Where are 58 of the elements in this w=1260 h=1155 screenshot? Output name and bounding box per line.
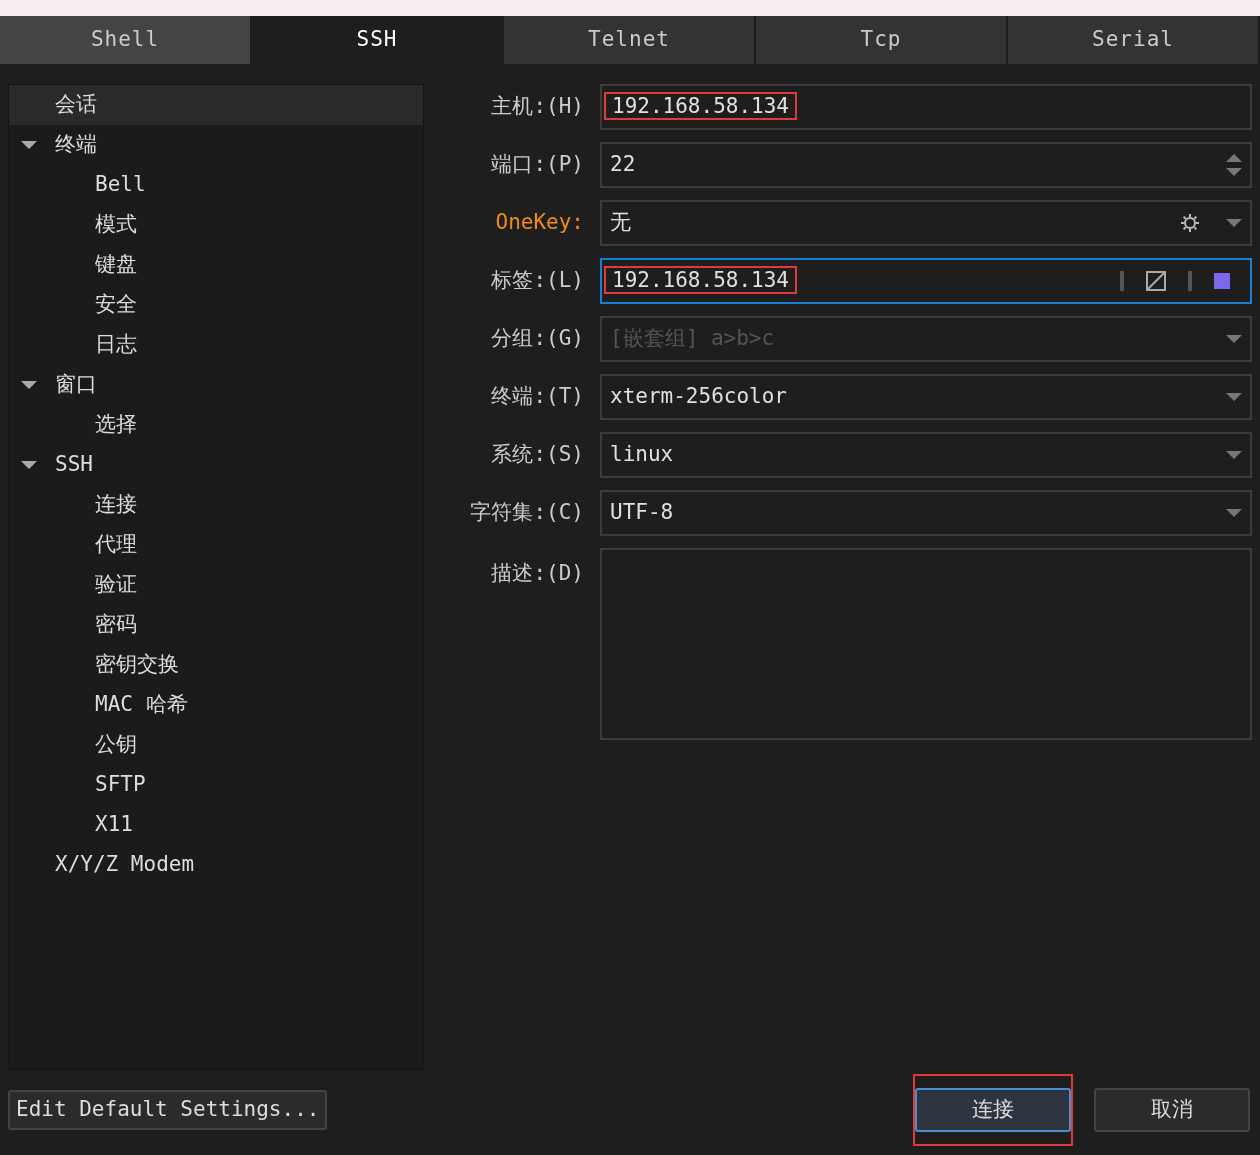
field-label: 终端:(T) — [490, 383, 584, 411]
tree-item[interactable]: 公钥 — [9, 725, 423, 765]
cancel-button[interactable]: 取消 — [1094, 1088, 1250, 1132]
dropdown-caret-icon[interactable] — [1226, 335, 1242, 343]
tab[interactable]: Tcp — [756, 16, 1008, 64]
expanded-arrow-icon[interactable] — [21, 460, 37, 470]
dropdown-caret-icon[interactable] — [1226, 393, 1242, 401]
field-label: 分组:(G) — [490, 325, 584, 353]
tree-item[interactable]: MAC 哈希 — [9, 685, 423, 725]
tree-item[interactable]: SFTP — [9, 765, 423, 805]
tree-item[interactable]: 窗口 — [9, 365, 423, 405]
tab[interactable]: Serial — [1008, 16, 1260, 64]
clear-color-icon[interactable] — [1146, 271, 1166, 291]
tree-item[interactable]: 终端 — [9, 125, 423, 165]
dropdown-caret-icon[interactable] — [1226, 509, 1242, 517]
tree-item[interactable]: 密码 — [9, 605, 423, 645]
field-label: 描述:(D) — [490, 560, 584, 587]
tree-item[interactable]: 代理 — [9, 525, 423, 565]
tree-item[interactable]: 验证 — [9, 565, 423, 605]
tree-item[interactable]: SSH — [9, 445, 423, 485]
onekey-dropdown[interactable]: 无 — [600, 200, 1252, 246]
tree-item[interactable]: 模式 — [9, 205, 423, 245]
tab[interactable]: Shell — [0, 16, 252, 64]
tree-item[interactable]: 连接 — [9, 485, 423, 525]
expanded-arrow-icon[interactable] — [21, 140, 37, 150]
tree-item[interactable]: 密钥交换 — [9, 645, 423, 685]
dropdown[interactable]: linux — [600, 432, 1252, 478]
port-field[interactable]: 22 — [600, 142, 1252, 188]
dropdown-caret-icon[interactable] — [1226, 219, 1242, 227]
tree-item[interactable]: X11 — [9, 805, 423, 845]
tree-item[interactable]: 会话 — [9, 85, 423, 125]
tree-item[interactable]: 选择 — [9, 405, 423, 445]
spinner-arrows-icon[interactable] — [1226, 152, 1242, 178]
tab[interactable]: Telnet — [504, 16, 756, 64]
dropdown-caret-icon[interactable] — [1226, 451, 1242, 459]
tree-item[interactable]: Bell — [9, 165, 423, 205]
expanded-arrow-icon[interactable] — [21, 380, 37, 390]
field-label: 端口:(P) — [490, 151, 584, 179]
settings-icon[interactable] — [1180, 213, 1200, 233]
dropdown[interactable]: UTF-8 — [600, 490, 1252, 536]
edit-default-settings-button[interactable]: Edit Default Settings... — [8, 1090, 328, 1130]
field-label: 标签:(L) — [490, 267, 584, 295]
tree-item[interactable]: 键盘 — [9, 245, 423, 285]
tree-item[interactable]: 日志 — [9, 325, 423, 365]
label-field[interactable]: 192.168.58.134 — [600, 258, 1252, 304]
tree-item[interactable]: 安全 — [9, 285, 423, 325]
color-swatch-icon[interactable] — [1214, 273, 1230, 289]
host-field[interactable]: 192.168.58.134 — [600, 84, 1252, 130]
field-label: 主机:(H) — [490, 93, 584, 121]
field-label: 系统:(S) — [490, 441, 584, 469]
tree-item[interactable]: X/Y/Z Modem — [9, 845, 423, 885]
field-label: OneKey: — [494, 209, 584, 237]
connect-button[interactable]: 连接 — [915, 1088, 1071, 1132]
separator-icon — [1120, 271, 1124, 291]
separator-icon — [1188, 271, 1192, 291]
field-label: 字符集:(C) — [469, 499, 584, 527]
dropdown[interactable]: xterm-256color — [600, 374, 1252, 420]
description-field[interactable] — [600, 548, 1252, 740]
